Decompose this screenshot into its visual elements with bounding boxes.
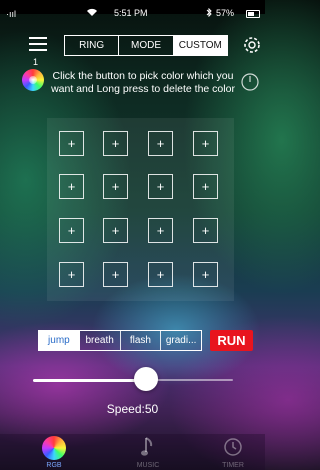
tab-mode[interactable]: MODE	[119, 36, 174, 55]
tab-ring[interactable]: RING	[65, 36, 120, 55]
battery-percent: 57%	[216, 8, 235, 18]
color-slot-button[interactable]: +	[103, 174, 128, 199]
mode-flash[interactable]: flash	[121, 331, 162, 350]
status-bar: ·ııl 5:51 PM 57%	[0, 0, 265, 22]
color-slot-button[interactable]: +	[148, 218, 173, 243]
power-icon[interactable]	[240, 72, 260, 92]
status-time: 5:51 PM	[114, 8, 148, 18]
speed-slider-thumb[interactable]	[134, 367, 158, 391]
color-slot-button[interactable]: +	[103, 131, 128, 156]
signal-icon: ·ııl	[6, 9, 16, 19]
color-slot-button[interactable]: +	[59, 174, 84, 199]
color-slot-button[interactable]: +	[103, 218, 128, 243]
bottom-tab-label: RGB	[46, 462, 62, 469]
instruction-text: Click the button to pick color which you…	[51, 70, 235, 95]
color-wheel-icon	[42, 436, 66, 460]
run-button[interactable]: RUN	[210, 330, 253, 351]
battery-icon	[246, 10, 260, 18]
color-slot-button[interactable]: +	[193, 174, 218, 199]
color-wheel-icon[interactable]	[22, 69, 44, 91]
mode-jump[interactable]: jump	[39, 331, 80, 350]
color-slot-button[interactable]: +	[148, 131, 173, 156]
color-slot-button[interactable]: +	[59, 131, 84, 156]
wifi-icon	[86, 8, 98, 19]
bluetooth-icon	[206, 7, 212, 19]
bottom-tab-label: TIMER	[222, 462, 244, 469]
tab-custom[interactable]: CUSTOM	[173, 36, 227, 55]
menu-badge: 1	[33, 57, 39, 67]
color-slot-button[interactable]: +	[193, 262, 218, 287]
color-slot-button[interactable]: +	[193, 218, 218, 243]
bottom-tab-music[interactable]: MUSIC	[118, 436, 178, 469]
color-slot-button[interactable]: +	[193, 131, 218, 156]
timer-icon	[203, 436, 263, 460]
color-slot-button[interactable]: +	[59, 218, 84, 243]
bottom-tab-label: MUSIC	[136, 462, 160, 469]
color-slot-button[interactable]: +	[148, 174, 173, 199]
speed-slider-filled[interactable]	[33, 379, 148, 382]
color-slot-button[interactable]: +	[59, 262, 84, 287]
mode-breath[interactable]: breath	[80, 331, 121, 350]
color-slot-button[interactable]: +	[148, 262, 173, 287]
menu-icon[interactable]	[29, 37, 47, 55]
top-tabs: RING MODE CUSTOM	[64, 35, 228, 56]
gear-icon[interactable]	[241, 34, 263, 56]
mode-gradient[interactable]: gradi...	[161, 331, 201, 350]
bottom-tab-timer[interactable]: TIMER	[203, 436, 263, 469]
mode-selector: jump breath flash gradi...	[38, 330, 202, 351]
bottom-tab-rgb[interactable]: RGB	[24, 436, 84, 469]
music-note-icon	[118, 436, 178, 460]
speed-label: Speed:50	[106, 402, 159, 416]
color-slot-button[interactable]: +	[103, 262, 128, 287]
color-grid-panel: + + + + + + + + + + + + + + + +	[47, 118, 234, 301]
speed-slider-track[interactable]	[148, 379, 233, 381]
